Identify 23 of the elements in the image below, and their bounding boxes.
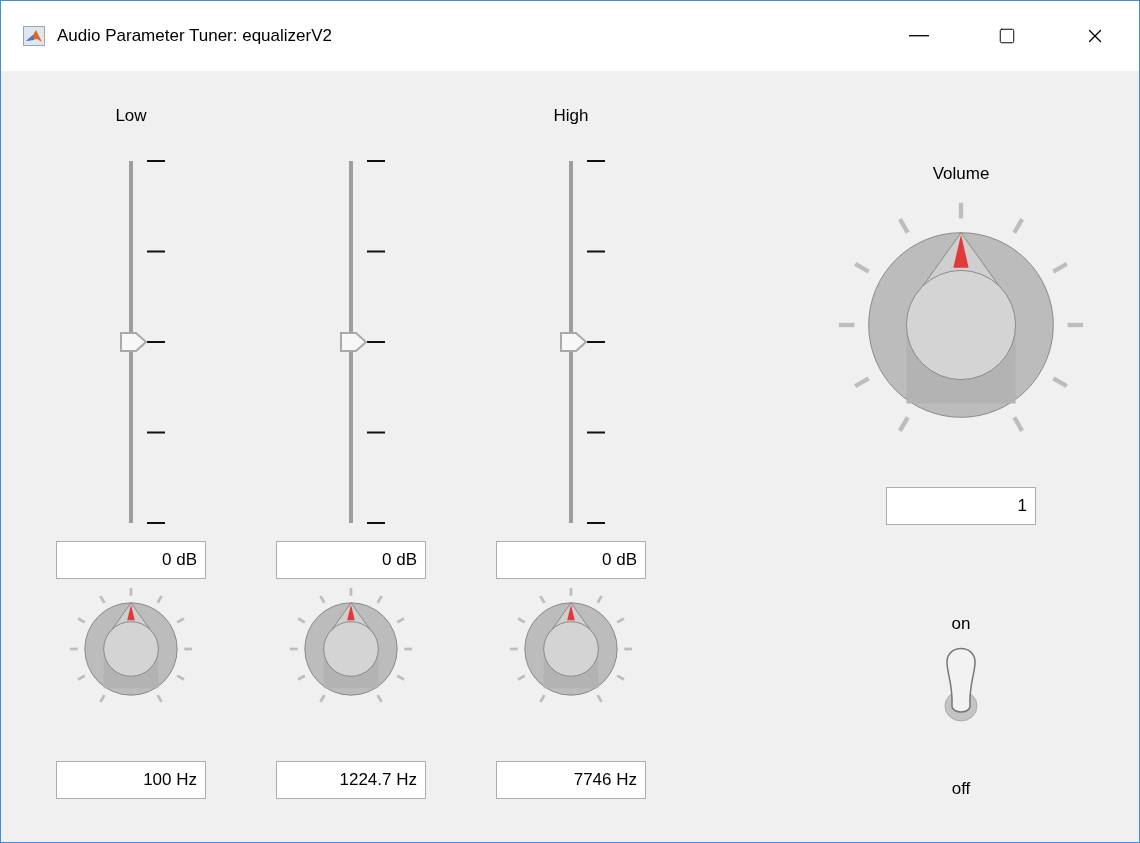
rotary-knob[interactable]	[524, 602, 618, 696]
minimize-icon	[909, 35, 929, 37]
band-label: Low	[115, 106, 147, 125]
switch-on-label: on	[951, 612, 971, 635]
band-label: High	[553, 106, 589, 125]
app-logo-icon	[23, 26, 45, 46]
rotary-knob[interactable]	[868, 231, 1054, 418]
volume-field[interactable]: 1	[886, 486, 1036, 525]
slider-thumb[interactable]	[120, 332, 148, 352]
switch-off-label: off	[951, 778, 971, 800]
slider-thumb[interactable]	[340, 332, 368, 352]
gain-field[interactable]: 0 dB	[56, 541, 206, 579]
gain-field[interactable]: 0 dB	[496, 541, 646, 579]
frequency-field[interactable]: 7746 Hz	[496, 761, 646, 799]
maximize-icon	[998, 27, 1016, 45]
volume-label: Volume	[932, 163, 990, 185]
rotary-knob[interactable]	[84, 602, 178, 696]
frequency-field[interactable]: 100 Hz	[56, 761, 206, 799]
gain-field[interactable]: 0 dB	[276, 541, 426, 579]
slider-thumb[interactable]	[560, 332, 588, 352]
window-title: Audio Parameter Tuner: equalizerV2	[57, 25, 332, 48]
frequency-field[interactable]: 1224.7 Hz	[276, 761, 426, 799]
rotary-knob[interactable]	[304, 602, 398, 696]
